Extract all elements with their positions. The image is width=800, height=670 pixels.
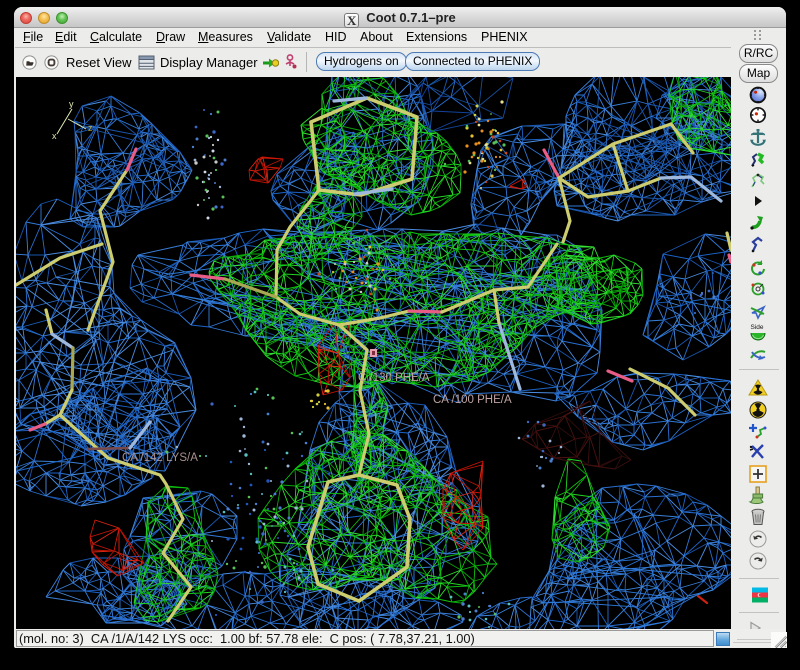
svg-text:y: y: [69, 99, 74, 109]
svg-text:Side: Side: [751, 324, 764, 331]
svg-text:x: x: [52, 131, 57, 141]
svg-text:CA /100 PHE/A: CA /100 PHE/A: [433, 394, 512, 406]
svg-text:CA /142 LYS/A: CA /142 LYS/A: [122, 452, 198, 464]
svg-text:C /130 PHE/A: C /130 PHE/A: [358, 372, 430, 384]
svg-text:z: z: [88, 123, 93, 133]
